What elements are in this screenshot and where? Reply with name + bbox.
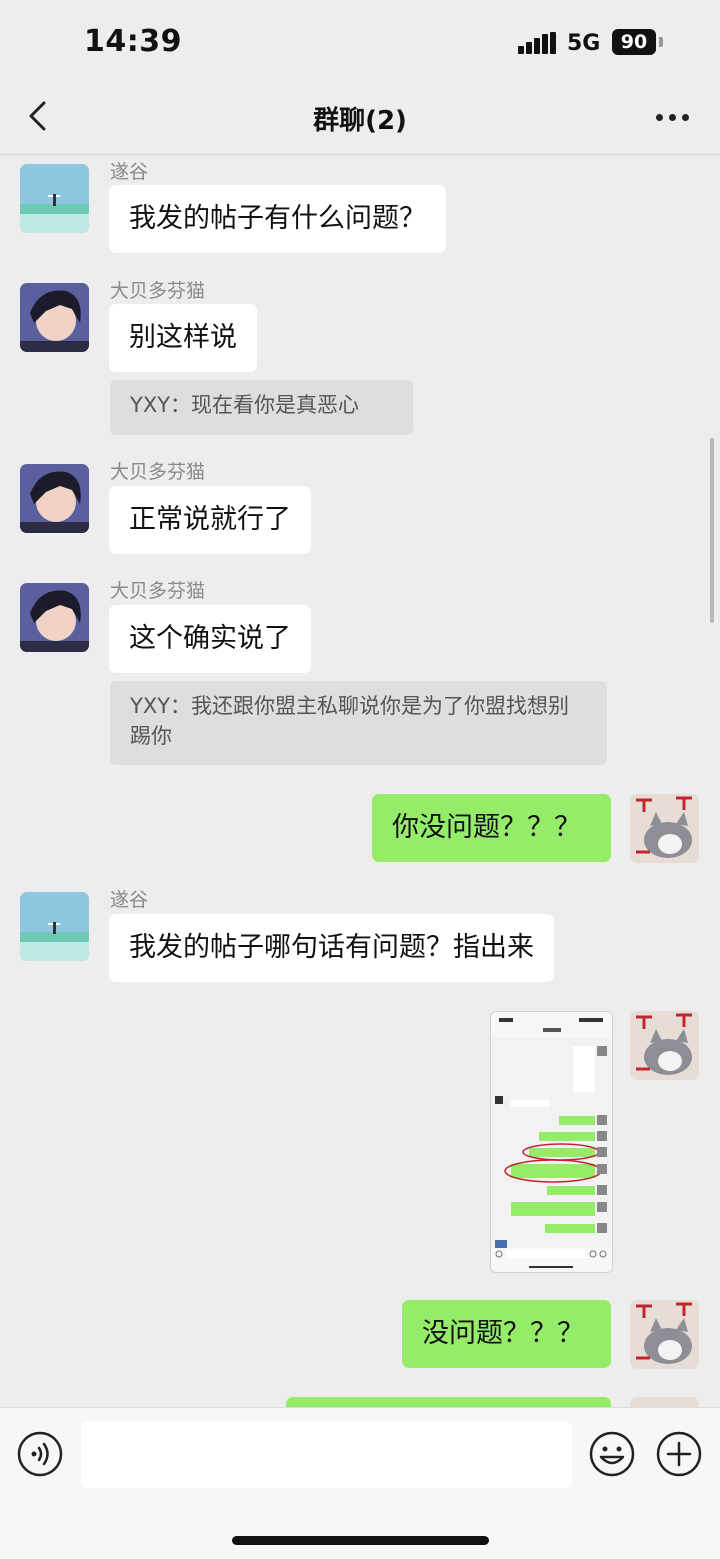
chat-title: 群聊(2) bbox=[313, 106, 407, 136]
sender-name: 大贝多芬猫 bbox=[110, 280, 206, 302]
message-list[interactable]: 遂谷 我发的帖子有什么问题？ 大贝多芬猫 别这样说 YXY：现在看你是真恶心 大… bbox=[0, 155, 720, 1407]
message-bubble[interactable]: 别这样说 bbox=[109, 304, 257, 372]
home-indicator bbox=[232, 1536, 489, 1545]
message-input[interactable] bbox=[81, 1421, 572, 1488]
sender-name: 大贝多芬猫 bbox=[110, 461, 206, 483]
message-bubble-outgoing-partial[interactable] bbox=[286, 1397, 611, 1407]
nav-bar: 群聊(2) bbox=[0, 80, 720, 155]
avatar-self[interactable] bbox=[630, 1300, 699, 1369]
message-bubble[interactable]: 我发的帖子哪句话有问题？指出来 bbox=[109, 914, 554, 982]
avatar-sender-1[interactable] bbox=[20, 164, 89, 233]
quoted-message[interactable]: YXY：现在看你是真恶心 bbox=[110, 380, 413, 435]
message-bubble-outgoing[interactable]: 没问题？？？ bbox=[402, 1300, 611, 1368]
avatar-self-partial[interactable] bbox=[630, 1397, 699, 1407]
plus-button[interactable] bbox=[656, 1431, 702, 1477]
avatar-sender-1[interactable] bbox=[20, 892, 89, 961]
status-bar: 14:39 5G 90 bbox=[0, 0, 720, 80]
message-bubble-outgoing[interactable]: 你没问题？？？ bbox=[372, 794, 611, 862]
message-bubble[interactable]: 正常说就行了 bbox=[109, 486, 311, 554]
voice-button[interactable] bbox=[17, 1431, 63, 1477]
image-message-screenshot[interactable] bbox=[490, 1011, 613, 1273]
message-bubble[interactable]: 我发的帖子有什么问题？ bbox=[109, 185, 446, 253]
avatar-sender-2[interactable] bbox=[20, 583, 89, 652]
avatar-sender-2[interactable] bbox=[20, 464, 89, 533]
sender-name: 遂谷 bbox=[110, 889, 149, 911]
battery-icon: 90 bbox=[612, 29, 656, 55]
sender-name: 遂谷 bbox=[110, 161, 149, 183]
avatar-self[interactable] bbox=[630, 794, 699, 863]
scroll-indicator[interactable] bbox=[710, 438, 714, 623]
network-label: 5G bbox=[567, 31, 601, 56]
more-button[interactable] bbox=[652, 112, 692, 124]
status-time: 14:39 bbox=[84, 24, 182, 59]
plus-icon bbox=[656, 1431, 702, 1477]
emoji-icon bbox=[589, 1431, 635, 1477]
battery-cap bbox=[659, 37, 663, 47]
avatar-self[interactable] bbox=[630, 1011, 699, 1080]
voice-icon bbox=[17, 1431, 63, 1477]
signal-icon bbox=[518, 32, 556, 54]
avatar-sender-2[interactable] bbox=[20, 283, 89, 352]
emoji-button[interactable] bbox=[589, 1431, 635, 1477]
sender-name: 大贝多芬猫 bbox=[110, 580, 206, 602]
quoted-message[interactable]: YXY：我还跟你盟主私聊说你是为了你盟找想别踢你 bbox=[110, 681, 607, 765]
input-bar bbox=[0, 1407, 720, 1559]
message-bubble[interactable]: 这个确实说了 bbox=[109, 605, 311, 673]
